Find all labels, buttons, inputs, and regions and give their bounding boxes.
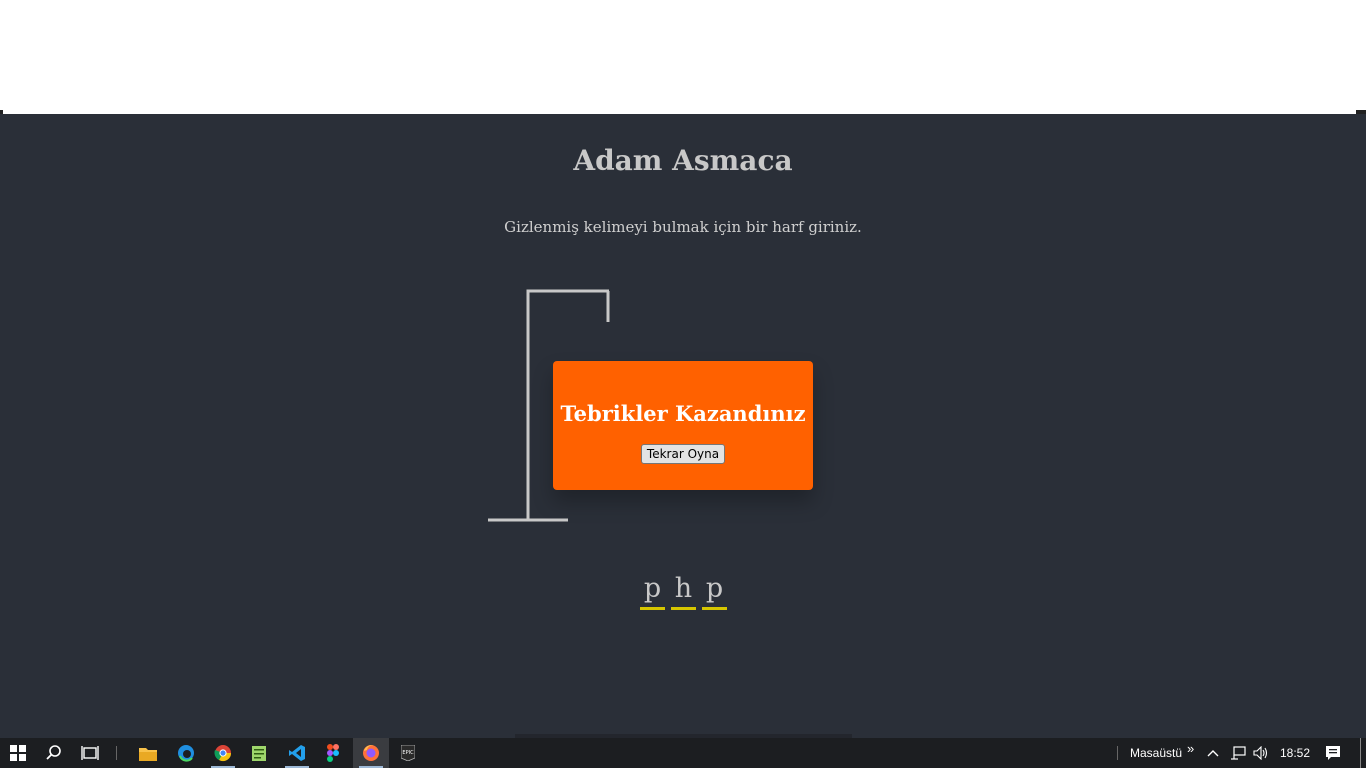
- file-explorer-icon[interactable]: [130, 738, 166, 768]
- search-icon[interactable]: [36, 738, 72, 768]
- windows-start-icon[interactable]: [0, 738, 36, 768]
- epic-games-icon[interactable]: EPIC: [390, 738, 426, 768]
- show-desktop-edge[interactable]: [1360, 738, 1361, 768]
- game-container: Adam Asmaca Gizlenmiş kelimeyi bulmak iç…: [0, 114, 1366, 738]
- word-letter: h: [671, 574, 696, 610]
- win-popup: Tebrikler Kazandınız Tekrar Oyna: [553, 361, 813, 490]
- windows-taskbar: EPIC Masaüstü » 18:52: [0, 738, 1366, 768]
- taskbar-separator: [116, 746, 117, 760]
- task-view-icon[interactable]: [72, 738, 108, 768]
- desktop-toolbar-label[interactable]: Masaüstü: [1130, 746, 1182, 760]
- notification-icon[interactable]: [1318, 738, 1348, 768]
- taskbar-separator: [1117, 746, 1118, 760]
- chevron-up-icon[interactable]: [1200, 738, 1226, 768]
- clock[interactable]: 18:52: [1280, 746, 1310, 760]
- word-display: p h p: [640, 574, 727, 610]
- svg-text:EPIC: EPIC: [402, 750, 414, 756]
- page-title: Adam Asmaca: [573, 144, 793, 177]
- edge-icon[interactable]: [168, 738, 204, 768]
- notepad-icon[interactable]: [241, 738, 277, 768]
- word-letter: p: [640, 574, 665, 610]
- figma-icon[interactable]: [315, 738, 351, 768]
- firefox-icon[interactable]: [353, 738, 389, 768]
- chrome-icon[interactable]: [205, 738, 241, 768]
- win-message: Tebrikler Kazandınız: [560, 401, 806, 426]
- volume-icon[interactable]: [1250, 738, 1272, 768]
- toolbar-expand-icon[interactable]: »: [1187, 741, 1194, 756]
- browser-blank-area: [0, 0, 1366, 114]
- instruction-text: Gizlenmiş kelimeyi bulmak için bir harf …: [504, 218, 862, 236]
- play-again-button[interactable]: Tekrar Oyna: [640, 444, 726, 464]
- network-icon[interactable]: [1226, 738, 1250, 768]
- word-letter: p: [702, 574, 727, 610]
- vscode-icon[interactable]: [279, 738, 315, 768]
